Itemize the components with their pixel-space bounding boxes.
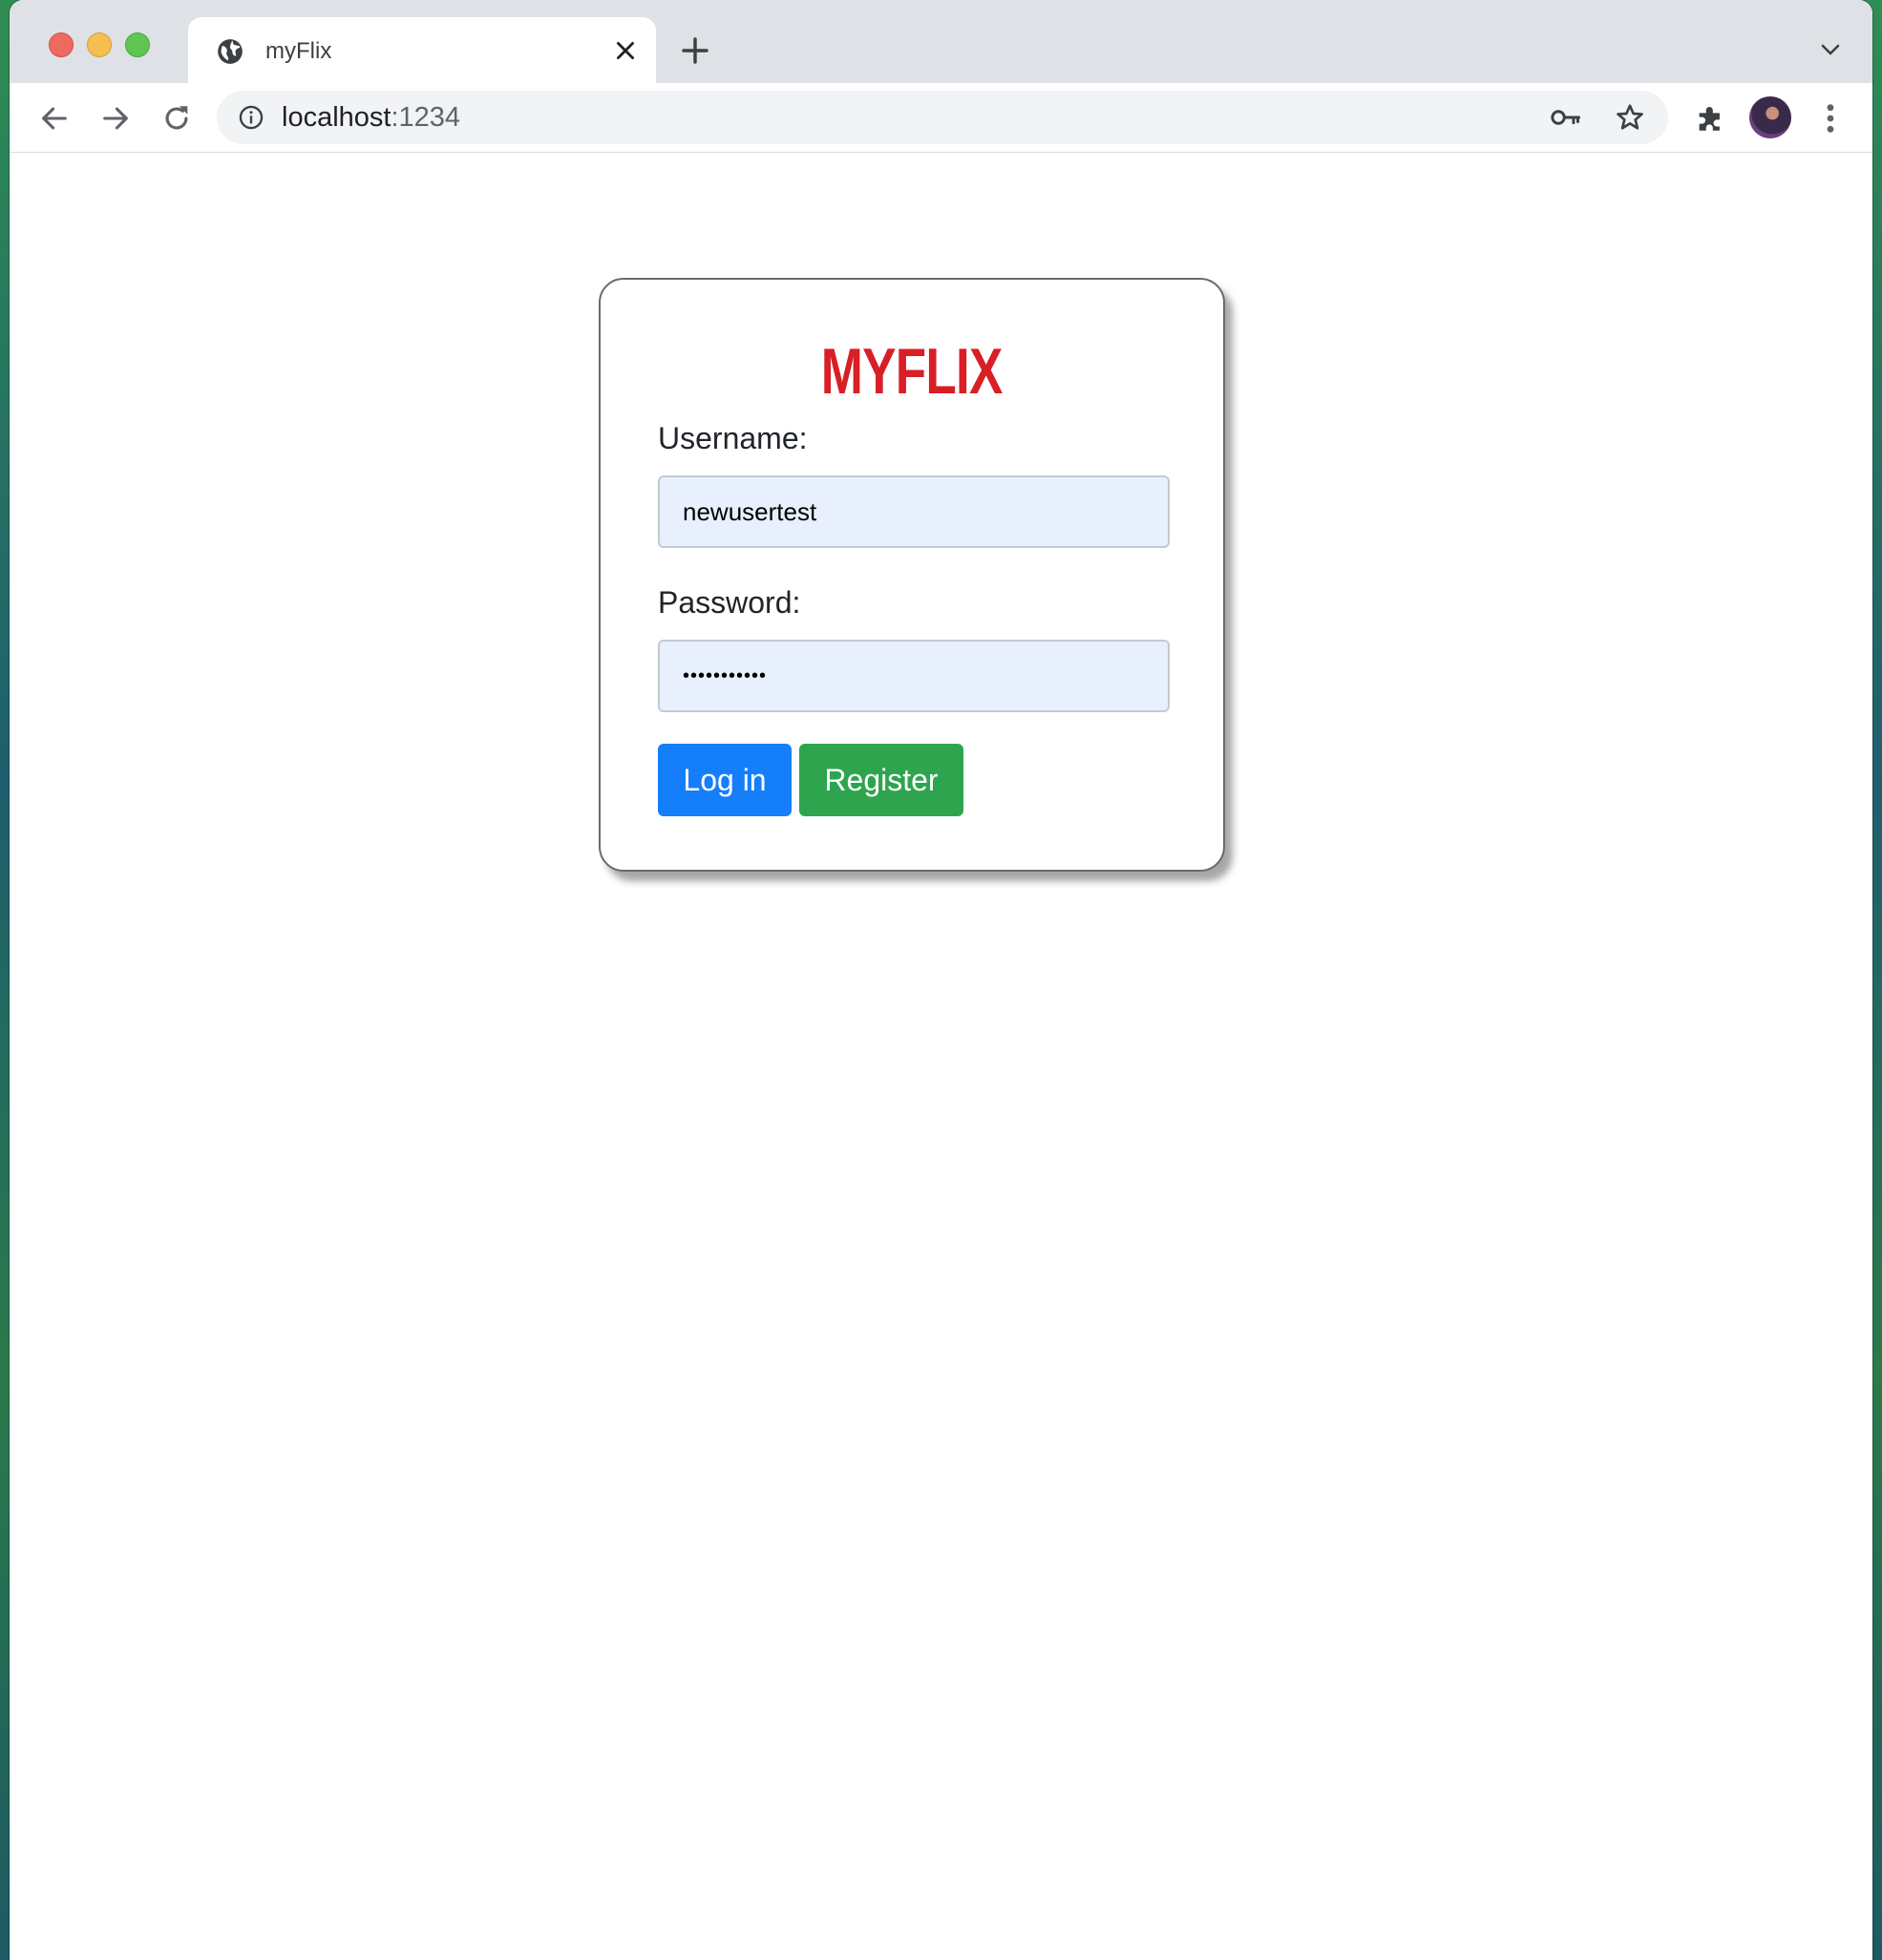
globe-icon xyxy=(218,39,243,64)
kebab-menu-icon[interactable] xyxy=(1824,102,1837,135)
page-content: MYFLIX Username: Password: ••••••••••• L… xyxy=(10,153,1872,1960)
close-icon[interactable] xyxy=(613,38,638,63)
browser-window: myFlix localhost:1234 MYFLIX Username: n… xyxy=(10,0,1872,1960)
puzzle-icon[interactable] xyxy=(1694,102,1726,135)
url-port: :1234 xyxy=(391,102,461,133)
arrow-left-icon[interactable] xyxy=(38,102,71,135)
login-button[interactable]: Log in xyxy=(658,744,792,816)
url-text: localhost:1234 xyxy=(282,102,460,133)
username-label: Username: xyxy=(658,421,808,455)
arrow-right-icon[interactable] xyxy=(99,102,132,135)
tab-myflix[interactable]: myFlix xyxy=(188,17,656,83)
minimize-window-button[interactable] xyxy=(87,32,112,57)
tab-strip: myFlix xyxy=(10,0,1872,83)
myflix-logo: MYFLIX xyxy=(821,335,1004,408)
login-card: MYFLIX Username: Password: ••••••••••• L… xyxy=(599,278,1225,872)
browser-toolbar: localhost:1234 xyxy=(10,83,1872,153)
register-button[interactable]: Register xyxy=(799,744,963,816)
url-host: localhost xyxy=(282,102,391,133)
key-icon[interactable] xyxy=(1550,104,1582,131)
chevron-down-icon[interactable] xyxy=(1819,40,1842,59)
address-bar[interactable]: localhost:1234 xyxy=(217,91,1668,144)
tab-title: myFlix xyxy=(265,38,332,64)
username-input[interactable] xyxy=(658,475,1170,548)
plus-icon[interactable] xyxy=(680,35,710,66)
zoom-window-button[interactable] xyxy=(125,32,150,57)
password-input[interactable]: ••••••••••• xyxy=(658,640,1170,712)
star-icon[interactable] xyxy=(1615,102,1645,133)
close-window-button[interactable] xyxy=(49,32,74,57)
info-icon[interactable] xyxy=(238,104,264,131)
password-label: Password: xyxy=(658,585,801,620)
reload-icon[interactable] xyxy=(160,102,193,135)
avatar[interactable] xyxy=(1749,96,1791,138)
